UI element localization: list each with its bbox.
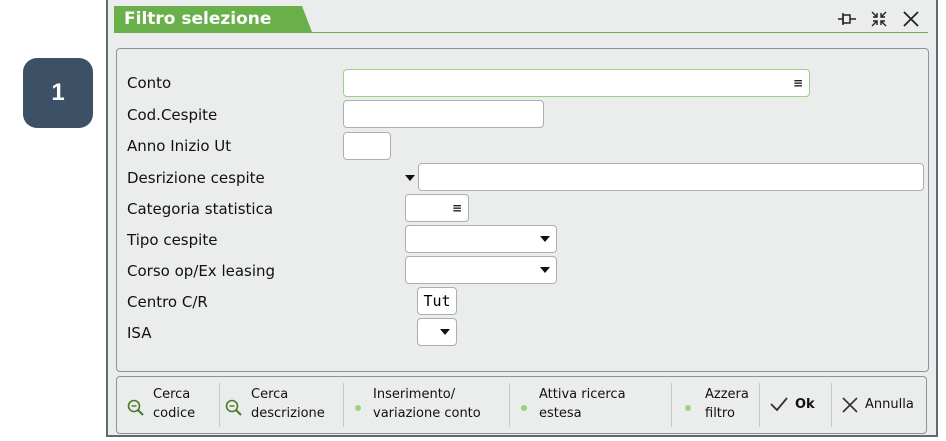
azzera-filtro-button[interactable]: Azzera filtro (677, 383, 759, 429)
descrizione-input[interactable] (418, 163, 924, 191)
toolbar-divider (759, 383, 760, 427)
cerca-descrizione-button[interactable]: Cerca descrizione (223, 383, 341, 429)
filter-panel: Conto ≡ Cod.Cespite Anno Inizio Ut Desri… (116, 48, 929, 372)
cerca-codice-button[interactable]: Cerca codice (125, 383, 215, 429)
cod-cespite-label: Cod.Cespite (127, 106, 218, 124)
isa-label: ISA (127, 324, 152, 342)
toolbar-divider (509, 383, 510, 427)
anno-inizio-label: Anno Inizio Ut (127, 137, 232, 155)
cerca-codice-line1: Cerca (153, 387, 191, 402)
categoria-label: Categoria statistica (127, 200, 274, 218)
centro-cr-label: Centro C/R (127, 293, 208, 311)
close-icon[interactable] (900, 8, 922, 30)
step-badge: 1 (23, 58, 93, 128)
tipo-cespite-label: Tipo cespite (127, 231, 218, 249)
toolbar-divider (343, 383, 344, 427)
magnifier-icon (225, 399, 242, 416)
inserimento-variazione-button[interactable]: Inserimento/ variazione conto (347, 383, 507, 429)
cerca-codice-line2: codice (153, 406, 196, 421)
corso-op-select[interactable] (405, 256, 557, 284)
conto-input[interactable]: ≡ (343, 69, 810, 97)
inserimento-line1: Inserimento/ (373, 387, 456, 402)
title-bar: Filtro selezione (108, 0, 936, 36)
categoria-input[interactable]: ≡ (405, 194, 469, 222)
anno-inizio-input[interactable] (343, 132, 391, 160)
centro-cr-input[interactable]: Tut (417, 287, 457, 315)
checkmark-icon (770, 397, 788, 412)
annulla-label: Annulla (865, 397, 914, 412)
attiva-ricerca-estesa-button[interactable]: Attiva ricerca estesa (513, 383, 663, 429)
magnifier-icon (127, 399, 144, 416)
isa-select[interactable] (417, 318, 457, 346)
list-menu-icon[interactable]: ≡ (452, 201, 462, 215)
bullet-icon (521, 405, 527, 411)
inserimento-line2: variazione conto (373, 406, 481, 421)
descrizione-operator-caret-icon[interactable] (405, 175, 415, 181)
filter-dialog: Filtro selezione Conto ≡ Cod.Cespite Ann… (106, 0, 938, 437)
azzera-line1: Azzera (705, 387, 749, 402)
cerca-descrizione-line2: descrizione (251, 406, 325, 421)
title-underline (114, 32, 928, 33)
compress-icon[interactable] (868, 8, 890, 30)
action-toolbar: Cerca codice Cerca descrizione Inserimen… (116, 376, 927, 434)
corso-op-label: Corso op/Ex leasing (127, 262, 276, 280)
attiva-ricerca-line2: estesa (539, 406, 582, 421)
list-menu-icon[interactable]: ≡ (793, 76, 803, 90)
bullet-icon (685, 405, 691, 411)
x-icon (842, 397, 858, 413)
cerca-descrizione-line1: Cerca (251, 387, 289, 402)
ok-label: Ok (795, 397, 815, 412)
chevron-down-icon (540, 236, 550, 242)
conto-label: Conto (127, 74, 172, 92)
chevron-down-icon (540, 267, 550, 273)
descrizione-label: Desrizione cespite (127, 169, 265, 187)
bullet-icon (355, 405, 361, 411)
tipo-cespite-select[interactable] (405, 225, 557, 253)
toolbar-divider (671, 383, 672, 427)
toolbar-divider (831, 383, 832, 427)
pin-icon[interactable] (836, 8, 858, 30)
annulla-button[interactable]: Annulla (837, 383, 925, 429)
dialog-title: Filtro selezione (114, 6, 312, 32)
attiva-ricerca-line1: Attiva ricerca (539, 387, 626, 402)
azzera-line2: filtro (705, 406, 735, 421)
toolbar-divider (219, 383, 220, 427)
ok-button[interactable]: Ok (765, 383, 829, 429)
chevron-down-icon (440, 329, 450, 335)
cod-cespite-input[interactable] (343, 100, 544, 128)
